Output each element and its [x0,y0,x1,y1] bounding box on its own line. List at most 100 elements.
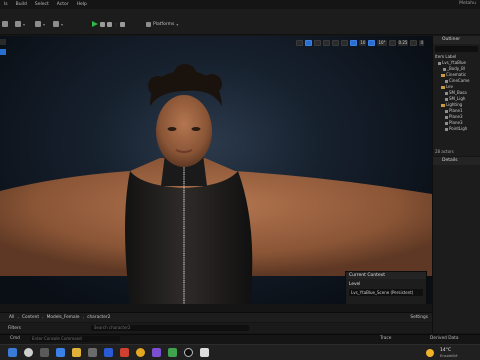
outliner-tree: Item Label Lvs_YtaBlue _Body_Bl Cinemati… [433,54,480,132]
actor-icon [443,67,446,71]
window-title: Metahu [459,1,476,6]
file-explorer-icon[interactable] [72,348,81,357]
main-toolbar: ▾ ▾ ▾ ⋮ Platforms ▾ [0,9,480,35]
light-icon [445,127,448,131]
folder-icon [441,85,445,89]
store-icon[interactable] [88,348,97,357]
breadcrumb-character2[interactable]: character2 [84,315,113,320]
media-app-icon[interactable] [120,348,129,357]
simulate-icon[interactable] [120,21,125,27]
outliner-search[interactable] [435,46,478,52]
rotate-tool-icon[interactable] [314,40,322,46]
level-value[interactable]: Lvs_YtaBlue_Scene (Persistent) [349,289,423,296]
scale-tool-icon[interactable] [323,40,331,46]
play-icon[interactable] [92,21,98,27]
platforms-label: Platforms [153,21,175,27]
select-mode-group: ▾ [15,20,25,28]
console-input[interactable]: Enter Console Command [30,336,120,342]
search-icon[interactable] [24,348,33,357]
outliner-panel: Outliner Item Label Lvs_YtaBlue _Body_Bl… [432,36,480,156]
edge-icon[interactable] [56,348,65,357]
menu-select[interactable]: Select [31,2,53,7]
outliner-title: Outliner [433,36,480,44]
details-panel: Details [432,157,480,333]
level-label: Level [349,282,361,287]
mesh-icon [445,97,448,101]
chevron-down-icon[interactable]: ▾ [43,22,45,27]
actor-count: 28 actors [435,149,454,154]
rotation-snap-value[interactable]: 10° [377,40,387,46]
blueprint-icon[interactable] [53,21,59,27]
settings-button[interactable]: Settings [410,315,428,320]
select-mode-icon[interactable] [15,21,21,27]
select-tool-icon[interactable] [296,40,304,46]
trace-button[interactable]: Trace [380,336,391,341]
filters-button[interactable]: Filters [8,326,21,331]
start-icon[interactable] [8,348,17,357]
menu-bar: ls Build Select Actor Help Metahu [0,0,480,9]
chevron-down-icon[interactable]: ▾ [23,22,25,27]
viewport-menu-icon[interactable] [0,39,6,45]
play-controls: ⋮ [92,20,125,28]
save-group [2,20,8,28]
breadcrumb-models-female[interactable]: Models_Female [44,315,83,320]
app-icon[interactable] [168,348,177,357]
grid-snap-value[interactable]: 10 [359,40,367,46]
details-title: Details [433,157,480,165]
level-viewport[interactable]: 10 10° 0.25 4 Current Context Level Lvs_… [0,36,432,304]
blueprint-group: ▾ [53,20,63,28]
mesh-icon [445,115,448,119]
breadcrumb-all[interactable]: All [6,315,17,320]
derived-data-button[interactable]: Derived Data [430,336,458,341]
app-icon[interactable] [152,348,161,357]
rotation-snap-icon[interactable] [368,40,376,46]
chevron-down-icon[interactable]: ▾ [61,22,63,27]
grid-snap-icon[interactable] [350,40,358,46]
stop-icon[interactable] [107,21,112,27]
folder-icon [441,103,445,107]
camera-icon [445,79,448,83]
filter-bar: Filters Search character2 [0,323,432,333]
character-figure [0,64,432,304]
task-view-icon[interactable] [40,348,49,357]
level-icon [438,61,441,65]
play-options-icon[interactable]: ⋮ [114,22,118,27]
chevron-down-icon: ▾ [176,21,179,27]
platforms-icon [146,21,151,27]
menu-actor[interactable]: Actor [53,2,73,7]
cmd-dropdown[interactable]: Cmd [10,336,20,341]
scale-snap-value[interactable]: 0.25 [397,40,409,46]
chrome-icon[interactable] [136,348,145,357]
content-search-input[interactable]: Search character2 [90,325,249,331]
breadcrumb-content[interactable]: Content [19,315,42,320]
viewport-toolbar: 10 10° 0.25 4 [296,39,424,47]
world-space-icon[interactable] [332,40,340,46]
weather-desc: Ensoleillé [440,354,458,358]
mesh-icon [445,121,448,125]
pause-icon[interactable] [100,21,105,27]
folder-icon [441,73,445,77]
status-bar: Cmd Enter Console Command Trace Derived … [0,334,480,343]
scale-snap-icon[interactable] [388,40,396,46]
mesh-icon [445,91,448,95]
tree-row[interactable]: PointLigh [433,126,480,132]
save-icon[interactable] [2,21,8,27]
current-context-title: Current Context [346,272,426,279]
menu-help[interactable]: Help [73,2,91,7]
surface-snap-icon[interactable] [341,40,349,46]
content-browser-bar: All › Content › Models_Female › characte… [0,312,432,322]
menu-build[interactable]: Build [12,2,31,7]
camera-speed-value[interactable]: 4 [419,40,424,46]
camera-speed-icon[interactable] [410,40,418,46]
windows-taskbar: 14°C Ensoleillé [0,344,480,360]
app-icon[interactable] [200,348,209,357]
add-content-icon[interactable] [35,21,41,27]
mail-icon[interactable] [104,348,113,357]
translate-tool-icon[interactable] [305,40,313,46]
unreal-engine-icon[interactable] [184,348,193,357]
add-group: ▾ [35,20,45,28]
menu-tools[interactable]: ls [0,2,12,7]
platforms-button[interactable]: Platforms ▾ [146,20,178,28]
current-context-panel: Current Context Level Lvs_YtaBlue_Scene … [345,271,427,304]
viewport-realtime-icon[interactable] [0,49,6,55]
